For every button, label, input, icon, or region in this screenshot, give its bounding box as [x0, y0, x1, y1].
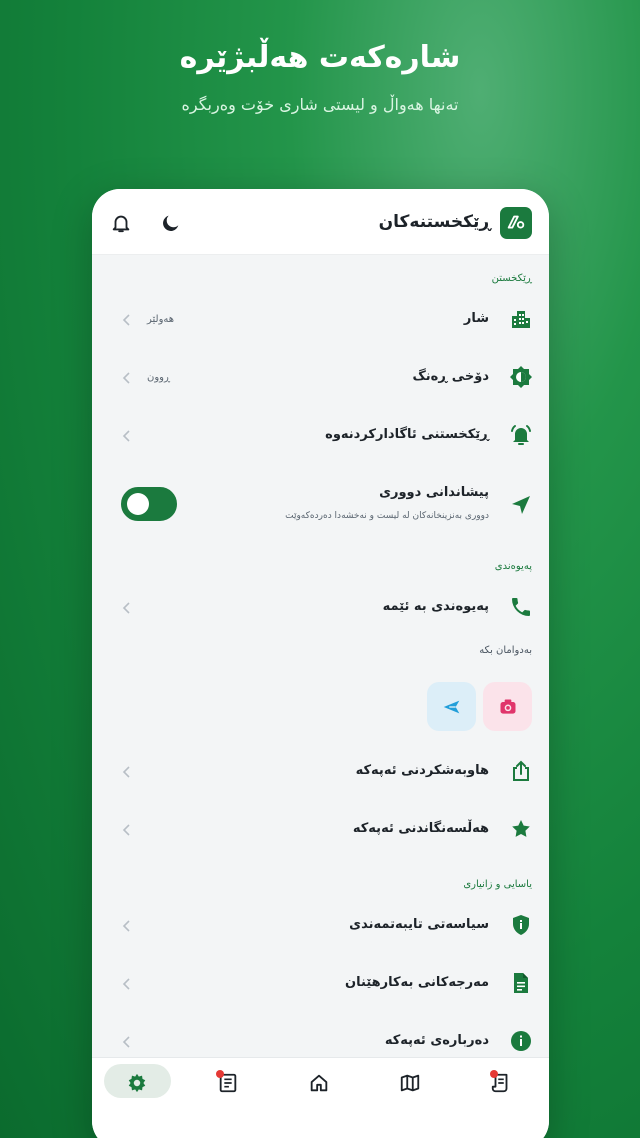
settings-row-share[interactable]: هاوبەشکردنی ئەپەکە — [92, 743, 549, 801]
bell-icon[interactable] — [110, 211, 132, 235]
chevron-left-icon — [122, 978, 130, 990]
city-icon — [512, 311, 530, 328]
settings-row-value: ڕوون — [147, 372, 171, 383]
document-icon — [514, 973, 528, 993]
settings-row-label: هاوبەشکردنی ئەپەکە — [355, 763, 489, 778]
page-title: ڕێکخستنەکان — [378, 212, 491, 232]
top-bar: ڕێکخستنەکان — [92, 189, 549, 255]
settings-row-terms[interactable]: مەرجەکانی بەکارهێنان — [92, 955, 549, 1013]
settings-row-city[interactable]: شار هەولێر — [92, 291, 549, 349]
shield-icon — [513, 915, 529, 935]
navigation-arrow-icon — [512, 496, 530, 514]
settings-row-label: ڕێکخستنی ئاگادارکردنەوە — [325, 427, 489, 442]
settings-row-label: سیاسەتی تایبەتمەندی — [349, 917, 489, 932]
settings-row-theme[interactable]: دۆخی ڕەنگ ڕوون — [92, 349, 549, 407]
nav-item-listings[interactable] — [456, 1058, 547, 1118]
section-label-legal: یاسایی و زانیاری — [463, 879, 532, 890]
nav-item-settings[interactable] — [92, 1058, 183, 1118]
star-icon — [512, 820, 530, 837]
settings-row-label: هەڵسەنگاندنی ئەپەکە — [352, 821, 489, 836]
chevron-left-icon — [122, 430, 130, 442]
telegram-icon — [443, 700, 459, 713]
hero-subtitle: تەنها هەواڵ و لیستی شاری خۆت وەربگرە — [181, 95, 459, 114]
phone-frame: ڕێکخستنەکان ڕێکخستن شار هەولێر دۆخی ڕەنگ… — [92, 189, 549, 1138]
instagram-button[interactable] — [483, 682, 532, 731]
share-icon — [513, 760, 529, 781]
hero-title: شارەکەت هەڵبژێرە — [179, 40, 461, 75]
chevron-left-icon — [122, 920, 130, 932]
notification-badge — [216, 1070, 224, 1078]
nav-item-news[interactable] — [183, 1058, 274, 1118]
bell-alert-icon — [511, 425, 531, 445]
chevron-left-icon — [122, 1036, 130, 1048]
app-logo-icon — [500, 207, 532, 239]
settings-row-value: هەولێر — [147, 314, 175, 325]
settings-row-privacy[interactable]: سیاسەتی تایبەتمەندی — [92, 897, 549, 955]
telegram-button[interactable] — [427, 682, 476, 731]
chevron-left-icon — [122, 824, 130, 836]
distance-toggle[interactable] — [121, 487, 177, 521]
chevron-left-icon — [122, 314, 130, 326]
chevron-left-icon — [122, 602, 130, 614]
notification-badge — [490, 1070, 498, 1078]
toggle-knob — [127, 493, 149, 515]
section-label-follow: بەدوامان بکە — [479, 645, 532, 656]
moon-icon[interactable] — [160, 212, 182, 234]
phone-icon — [512, 598, 530, 616]
map-icon — [400, 1074, 420, 1092]
nav-item-home[interactable] — [274, 1058, 365, 1118]
gear-icon — [128, 1073, 146, 1093]
chevron-left-icon — [122, 372, 130, 384]
settings-row-distance: پیشاندانی دووری دووری بەنزینخانەکان لە ل… — [92, 465, 549, 547]
settings-row-label: شار — [463, 311, 489, 326]
settings-row-label: دۆخی ڕەنگ — [412, 369, 489, 384]
settings-row-label: پیشاندانی دووری — [379, 485, 489, 500]
instagram-icon — [500, 699, 515, 714]
settings-row-rate[interactable]: هەڵسەنگاندنی ئەپەکە — [92, 801, 549, 859]
section-label-settings: ڕێکخستن — [491, 273, 532, 284]
home-icon — [310, 1074, 328, 1092]
chevron-left-icon — [122, 766, 130, 778]
settings-row-contact[interactable]: پەیوەندی بە ئێمە — [92, 579, 549, 637]
settings-row-label: دەربارەی ئەپەکە — [384, 1033, 489, 1048]
bottom-navigation — [92, 1057, 549, 1138]
info-icon — [511, 1031, 531, 1051]
section-label-contact: پەیوەندی — [494, 561, 532, 572]
settings-row-label: مەرجەکانی بەکارهێنان — [345, 975, 489, 990]
settings-row-description: دووری بەنزینخانەکان لە لیست و نەخشەدا دە… — [285, 511, 489, 521]
theme-icon — [510, 366, 532, 388]
settings-row-notifications[interactable]: ڕێکخستنی ئاگادارکردنەوە — [92, 407, 549, 465]
settings-row-label: پەیوەندی بە ئێمە — [382, 599, 489, 614]
nav-item-map[interactable] — [365, 1058, 456, 1118]
